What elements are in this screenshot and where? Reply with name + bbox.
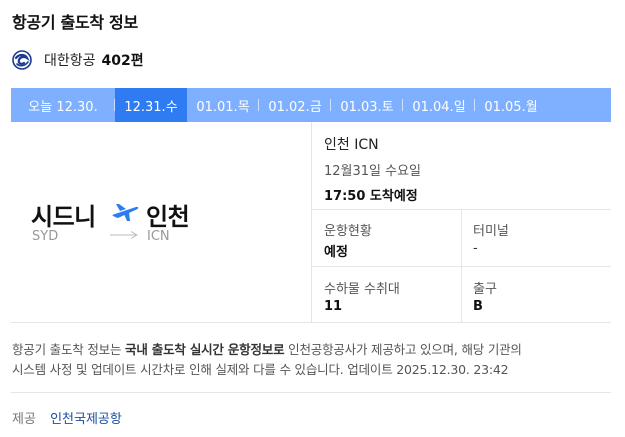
terminal-label: 터미널: [473, 224, 509, 239]
status-label: 운항현황: [324, 224, 372, 239]
origin-city: 시드니: [31, 203, 96, 231]
status-value: 예정: [324, 245, 348, 260]
flight-card: 시드니 SYD 인천 ICN 인천 ICN 12월31일 수요일 17:50 도…: [11, 122, 611, 323]
date-tab-bar: 오늘 12.30. 12.31.수 01.01.목 01.02.금 01.03.…: [11, 88, 611, 122]
baggage-label: 수하물 수취대: [324, 282, 400, 297]
date-tab[interactable]: 01.01.목: [187, 88, 259, 122]
arrival-time: 17:50 도착예정: [324, 189, 418, 204]
date-tab[interactable]: 01.05.월: [475, 88, 547, 122]
divider: [11, 392, 611, 393]
notice-text: 항공기 출도착 정보는 국내 출도착 실시간 운항정보로 인천공항공사가 제공하…: [12, 340, 612, 380]
terminal-value: -: [473, 241, 478, 256]
route-arrow-icon: [110, 231, 138, 239]
korean-air-logo-icon: [12, 50, 32, 70]
destination-city: 인천: [146, 203, 190, 231]
arrival-airport: 인천 ICN: [324, 137, 379, 153]
notice-line-1: 항공기 출도착 정보는 국내 출도착 실시간 운항정보로 인천공항공사가 제공하…: [12, 342, 522, 357]
page-title: 항공기 출도착 정보: [12, 13, 138, 32]
gate-value: B: [473, 299, 483, 314]
baggage-value: 11: [324, 299, 343, 314]
source-label: 제공: [12, 412, 36, 427]
arrival-date: 12월31일 수요일: [324, 164, 422, 179]
arrival-summary: 인천 ICN 12월31일 수요일 17:50 도착예정: [324, 134, 421, 204]
date-tab-selected[interactable]: 12.31.수: [115, 88, 187, 122]
origin-code: SYD: [32, 229, 59, 244]
airline-name: 대한항공: [44, 53, 96, 69]
route-panel: 시드니 SYD 인천 ICN: [11, 122, 311, 322]
gate-label: 출구: [473, 282, 497, 297]
date-tab[interactable]: 01.04.일: [403, 88, 475, 122]
source-link[interactable]: 인천국제공항: [50, 412, 122, 427]
source-footer: 제공 인천국제공항: [12, 408, 122, 427]
notice-line-2: 시스템 사정 및 업데이트 시간차로 인해 실제와 다를 수 있습니다. 업데이…: [12, 362, 509, 377]
divider: [312, 266, 611, 267]
destination-code: ICN: [147, 229, 170, 244]
date-tab[interactable]: 01.02.금: [259, 88, 331, 122]
date-tab[interactable]: 01.03.토: [331, 88, 403, 122]
arrival-panel: 인천 ICN 12월31일 수요일 17:50 도착예정 운항현황 예정 터미널…: [312, 122, 611, 322]
airplane-icon: [112, 204, 139, 221]
date-tab-today[interactable]: 오늘 12.30.: [11, 88, 115, 122]
airline-info: 대한항공 402편: [12, 50, 144, 70]
flight-number: 402편: [101, 53, 144, 69]
